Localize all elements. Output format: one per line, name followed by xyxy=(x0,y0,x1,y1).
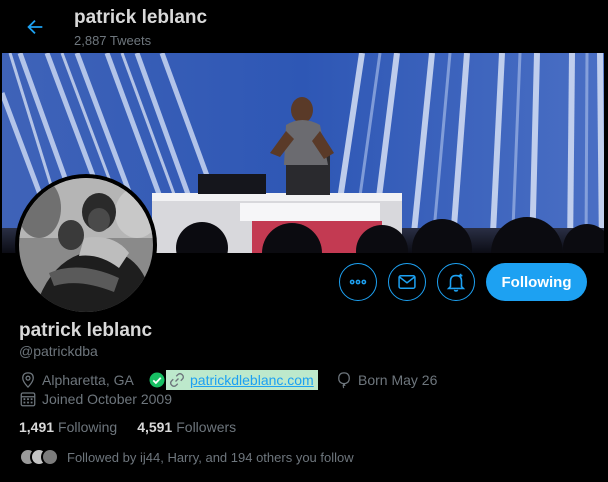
header-tweet-count: 2,887 Tweets xyxy=(74,33,152,48)
mutual-avatar xyxy=(41,448,59,466)
profile-handle: @patrickdba xyxy=(19,343,98,359)
back-button[interactable] xyxy=(18,10,52,44)
link-icon xyxy=(169,372,185,388)
avatar-image[interactable] xyxy=(19,178,153,312)
followers-stat-link[interactable]: 4,591 Followers xyxy=(137,419,236,435)
bell-icon xyxy=(446,273,466,292)
more-icon xyxy=(349,279,367,285)
followers-label: Followers xyxy=(176,419,237,435)
back-arrow-icon xyxy=(27,19,43,35)
balloon-icon xyxy=(338,372,350,389)
following-count: 1,491 xyxy=(19,419,55,435)
profile-website[interactable]: patrickdleblanc.com xyxy=(166,370,318,390)
more-options-button[interactable] xyxy=(339,263,377,301)
followed-by-text: Followed by ij44, Harry, and 194 others … xyxy=(67,449,354,465)
followers-count: 4,591 xyxy=(137,419,173,435)
mail-icon xyxy=(398,275,416,289)
profile-name: patrick leblanc xyxy=(19,320,153,341)
avatar[interactable] xyxy=(15,174,157,316)
profile-joined: Joined October 2009 xyxy=(19,390,172,408)
joined-text: Joined October 2009 xyxy=(42,391,172,407)
location-text: Alpharetta, GA xyxy=(42,372,134,388)
website-link[interactable]: patrickdleblanc.com xyxy=(190,372,314,388)
following-label: Following xyxy=(58,419,118,435)
header-profile-name: patrick leblanc xyxy=(74,7,208,28)
profile-header-bar: patrick leblanc 2,887 Tweets xyxy=(0,0,608,53)
check-badge-icon xyxy=(149,372,165,388)
profile-location: Alpharetta, GA xyxy=(19,371,134,389)
birthday-text: Born May 26 xyxy=(358,372,438,388)
following-stat-link[interactable]: 1,491 Following xyxy=(19,419,117,435)
following-button[interactable]: Following xyxy=(486,263,587,301)
notifications-button[interactable] xyxy=(437,263,475,301)
location-pin-icon xyxy=(22,372,34,389)
calendar-icon xyxy=(20,392,36,407)
followed-by-row[interactable]: Followed by ij44, Harry, and 194 others … xyxy=(19,448,354,466)
profile-birthday: Born May 26 xyxy=(335,371,437,389)
message-button[interactable] xyxy=(388,263,426,301)
follow-stats: 1,491 Following 4,591 Followers xyxy=(19,419,256,435)
